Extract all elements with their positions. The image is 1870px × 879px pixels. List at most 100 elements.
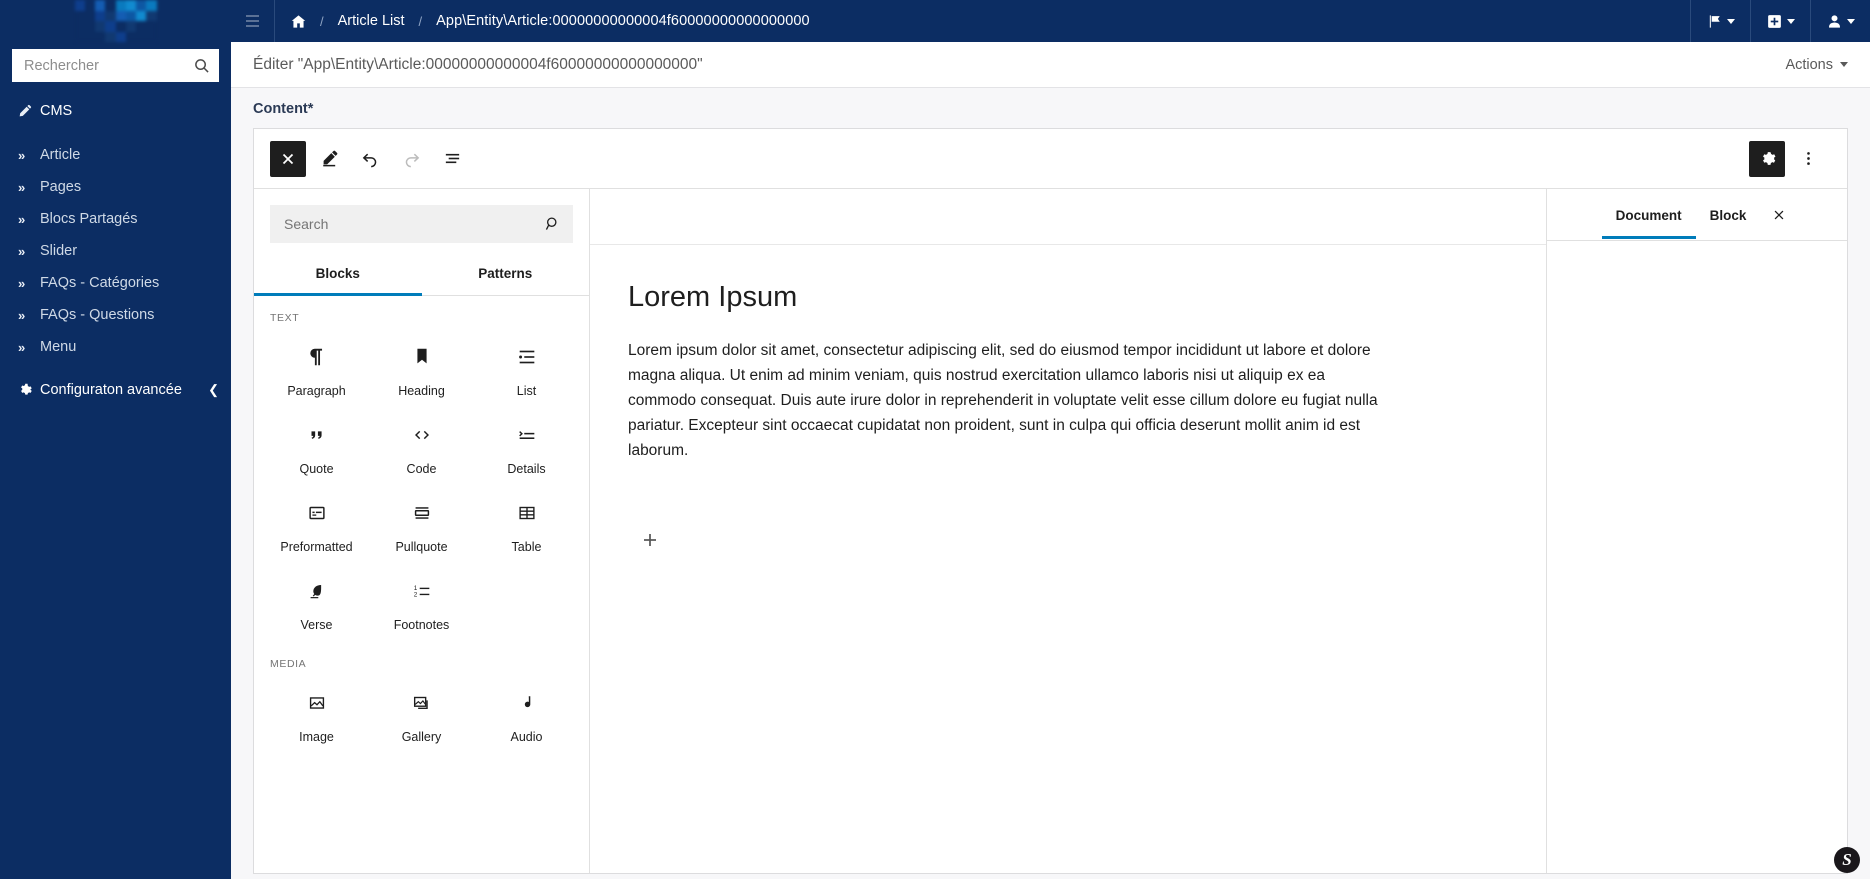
close-editor-button[interactable] [270,140,306,177]
block-item-code[interactable]: Code [369,408,474,486]
settings-toggle-button[interactable] [1749,140,1785,177]
svg-text:2: 2 [413,592,417,599]
app-root: CMS » Article » Pages » Blocs Partagés »… [0,0,1870,879]
gear-icon [18,383,40,397]
block-search-input[interactable] [282,215,545,233]
bookmark-icon [411,344,433,370]
block-category-media: MEDIA [270,658,307,670]
block-item-image[interactable]: Image [264,676,369,754]
sidebar-item-configuration-avancee[interactable]: Configuraton avancée ❮ [0,374,231,406]
block-item-pullquote[interactable]: Pullquote [369,486,474,564]
settings-sidebar-tabs: Document Block [1547,189,1847,241]
feather-pen-icon [306,578,328,604]
logo-image [74,0,157,42]
block-label: Audio [510,730,543,744]
sidebar-item-pages[interactable]: » Pages [0,172,231,202]
sidebar-item-article[interactable]: » Article [0,140,231,170]
details-disclosure-icon [516,422,538,448]
settings-sidebar-body [1547,241,1847,873]
block-item-preformatted[interactable]: Preformatted [264,486,369,564]
breadcrumb: / Article List / App\Entity\Article:0000… [275,0,810,42]
block-item-quote[interactable]: Quote [264,408,369,486]
block-item-audio[interactable]: Audio [474,676,579,754]
bullet-list-icon [516,344,538,370]
chevrons-right-icon: » [18,307,25,323]
sidebar-item-faqs-questions[interactable]: » FAQs - Questions [0,300,231,330]
plus-icon [644,533,656,546]
sidebar-item-label: Article [40,147,81,163]
inserter-scroll-area[interactable]: TEXT Paragraph Heading List Quote Code D… [254,296,589,873]
sidebar-item-menu[interactable]: » Menu [0,332,231,362]
caret-down-icon [1786,18,1795,24]
pencil-icon [322,150,337,167]
sidebar: CMS » Article » Pages » Blocs Partagés »… [0,0,231,879]
page-title: Éditer "App\Entity\Article:0000000000000… [253,55,703,73]
block-item-table[interactable]: Table [474,486,579,564]
tab-block[interactable]: Block [1696,192,1761,239]
flag-icon [1707,14,1722,29]
list-view-icon [445,153,459,164]
redo-button[interactable] [393,141,429,177]
block-item-paragraph[interactable]: Paragraph [264,330,369,408]
sidebar-item-blocs-partages[interactable]: » Blocs Partagés [0,204,231,234]
sidebar-search-box[interactable] [12,49,219,82]
block-item-verse[interactable]: Verse [264,564,369,642]
brand-logo-container[interactable] [0,0,231,42]
block-item-list[interactable]: List [474,330,579,408]
home-icon[interactable] [291,14,306,29]
block-label: Code [406,462,437,476]
tab-patterns[interactable]: Patterns [422,253,590,296]
main-region: / Article List / App\Entity\Article:0000… [231,0,1870,879]
new-entity-button[interactable] [1750,0,1810,42]
sidebar-item-slider[interactable]: » Slider [0,236,231,266]
inserter-tabs: Blocks Patterns [254,253,589,296]
block-grid-text: Paragraph Heading List Quote Code Detail… [264,330,579,642]
tab-document[interactable]: Document [1601,192,1696,239]
inserter-search-box[interactable] [270,205,573,243]
block-item-gallery[interactable]: Gallery [369,676,474,754]
pilcrow-icon [306,344,328,370]
sidebar-item-faqs-categories[interactable]: » FAQs - Catégories [0,268,231,298]
edit-mode-button[interactable] [311,141,347,177]
block-label: Table [511,540,542,554]
more-options-button[interactable] [1790,141,1826,177]
sidebar-item-label: Slider [40,243,78,259]
block-label: Preformatted [280,540,353,554]
chevron-left-icon[interactable]: ❮ [208,382,219,398]
actions-dropdown[interactable]: Actions [1785,57,1848,73]
undo-button[interactable] [352,141,388,177]
block-item-details[interactable]: Details [474,408,579,486]
user-menu-button[interactable] [1810,0,1870,42]
search-input[interactable] [22,56,188,75]
close-settings-button[interactable] [1766,202,1792,228]
block-appender-button[interactable] [638,528,662,552]
block-item-footnotes[interactable]: 1 2 Footnotes [369,564,474,642]
gallery-icon [411,690,433,716]
field-label-content: Content* [253,101,314,117]
paragraph-block[interactable]: Lorem ipsum dolor sit amet, consectetur … [628,338,1388,464]
sidebar-item-label: FAQs - Catégories [40,275,160,291]
editor-body: Blocks Patterns TEXT Paragraph [254,189,1847,873]
caret-down-icon [1840,62,1848,67]
hamburger-lines [246,15,259,27]
tab-blocks[interactable]: Blocks [254,253,422,296]
editor-canvas[interactable]: Lorem Ipsum Lorem ipsum dolor sit amet, … [590,189,1547,873]
breadcrumb-entity: App\Entity\Article:00000000000004f600000… [436,13,810,29]
sidebar-section-cms[interactable]: CMS [0,96,231,126]
block-label: Verse [300,618,333,632]
quote-marks-icon [306,422,328,448]
locale-switcher-button[interactable] [1690,0,1750,42]
sidebar-item-label: Menu [40,339,77,355]
breadcrumb-separator: / [418,13,423,29]
hamburger-icon[interactable] [231,0,275,42]
symfony-profiler-badge[interactable]: S [1834,847,1860,873]
chevrons-right-icon: » [18,179,25,195]
topbar: / Article List / App\Entity\Article:0000… [231,0,1870,42]
block-item-heading[interactable]: Heading [369,330,474,408]
breadcrumb-article-list[interactable]: Article List [338,13,405,29]
list-view-button[interactable] [434,141,470,177]
document-title-block[interactable]: Lorem Ipsum [628,281,1508,314]
chevrons-right-icon: » [18,243,25,259]
